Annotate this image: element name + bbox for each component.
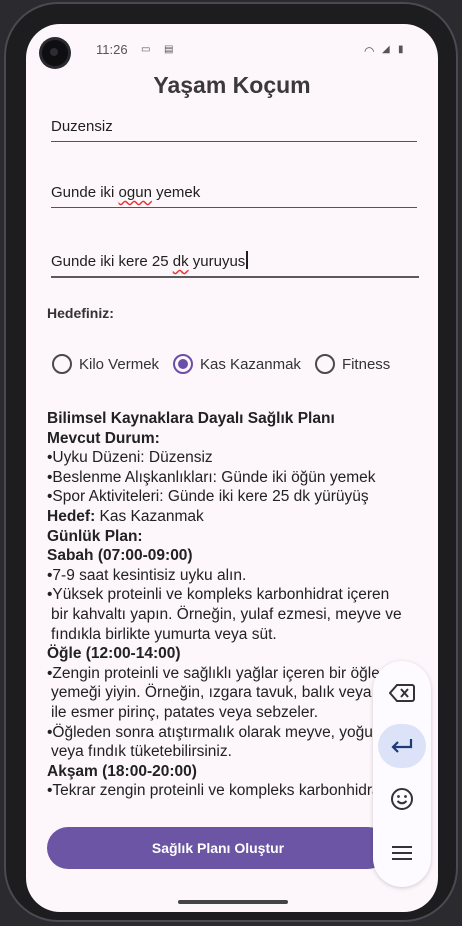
plan-line: fındıkla birlikte yumurta veya süt. [51,625,277,643]
backspace-button[interactable] [378,671,426,715]
sleep-input[interactable]: Duzensiz [51,118,417,142]
sim-icon: ▤ [164,44,174,55]
plan-line: •Uyku Düzeni: Düzensiz [47,449,213,467]
emoji-icon [391,788,413,810]
diet-input[interactable]: Gunde iki ogun yemek [51,184,417,208]
notification-icon: ▭ [141,44,151,55]
current-status-heading: Mevcut Durum: [47,429,160,447]
app-screen: 11:26 ▭ ▤ ◠ ◢ ▮ Yaşam Koçum Duzensiz Gun… [26,24,438,912]
enter-icon [391,739,413,753]
goal-label: Hedefiniz: [47,305,114,321]
plan-line: yemeği yiyin. Örneğin, ızgara tavuk, bal… [51,684,402,702]
radio-label: Kas Kazanmak [200,355,301,373]
page-title: Yaşam Koçum [153,72,311,98]
plan-line: •Tekrar zengin proteinli ve kompleks kar… [47,782,385,800]
plan-line: •Beslenme Alışkanlıkları: Günde iki öğün… [47,468,376,486]
goal-line-label: Hedef: [47,507,96,525]
plan-line: ile esmer pirinç, patates veya sebzeler. [51,703,319,721]
goal-line-value: Kas Kazanmak [95,507,204,525]
plan-line: •Zengin proteinli ve sağlıklı yağlar içe… [47,664,380,682]
sport-input-text-end: yuruyus [188,253,246,270]
radio-button[interactable] [52,354,72,374]
diet-input-text-end: yemek [151,184,201,201]
plan-line: •Spor Aktiviteleri: Günde iki kere 25 dk… [47,488,369,506]
plan-line: bir kahvaltı yapın. Örneğin, yulaf ezmes… [51,605,402,623]
diet-input-misspelled-word: ogun [118,184,152,201]
goal-radio-group: Kilo Vermek Kas Kazanmak Fitness [52,354,404,374]
status-time: 11:26 [96,42,128,57]
diet-input-text: Gunde iki [51,184,119,201]
plan-heading: Bilimsel Kaynaklara Dayalı Sağlık Planı [47,410,335,427]
daily-plan-heading: Günlük Plan: [47,527,143,545]
menu-button[interactable] [378,831,426,875]
plan-line: •Öğleden sonra atıştırmalık olarak meyve… [47,723,383,741]
device-frame: 11:26 ▭ ▤ ◠ ◢ ▮ Yaşam Koçum Duzensiz Gun… [4,2,458,922]
noon-heading: Öğle (12:00-14:00) [47,645,181,663]
radio-option-kilo-vermek[interactable]: Kilo Vermek [52,354,159,374]
menu-icon [392,846,412,860]
front-camera [42,40,68,66]
create-plan-button[interactable]: Sağlık Planı Oluştur [47,827,389,869]
radio-button[interactable] [314,354,335,374]
radio-option-fitness[interactable]: Fitness [314,354,391,374]
wifi-icon: ◠ [364,44,375,58]
floating-keyboard-toolbar [373,661,431,887]
morning-heading: Sabah (07:00-09:00) [47,547,193,565]
sport-input[interactable]: Gunde iki kere 25 dk yuruyus [51,251,419,278]
goal-line: Hedef: Kas Kazanmak [47,507,427,527]
enter-button[interactable] [378,724,426,768]
radio-label: Fitness [341,355,391,373]
battery-icon: ▮ [398,44,404,55]
sleep-input-value: Duzensiz [51,118,113,135]
text-cursor [246,251,249,269]
evening-heading: Akşam (18:00-20:00) [47,762,197,780]
plan-line: •Yüksek proteinli ve kompleks karbonhidr… [47,586,390,604]
plan-line: veya fındık tüketebilirsiniz. [51,743,232,761]
radio-label: Kilo Vermek [79,355,160,373]
gesture-nav-bar[interactable] [178,900,288,904]
status-bar: 11:26 ▭ ▤ ◠ ◢ ▮ [26,24,438,68]
emoji-button[interactable] [378,777,426,821]
sport-input-misspelled-word: dk [172,253,189,270]
radio-button-selected[interactable] [173,354,194,374]
radio-option-kas-kazanmak[interactable]: Kas Kazanmak [173,354,301,374]
signal-icon: ◢ [382,44,390,55]
backspace-icon [389,684,415,702]
plan-line: •7-9 saat kesintisiz uyku alın. [47,566,247,584]
sport-input-text: Gunde iki kere 25 [51,253,173,270]
health-plan-text: Bilimsel Kaynaklara Dayalı Sağlık Planı … [47,409,427,801]
